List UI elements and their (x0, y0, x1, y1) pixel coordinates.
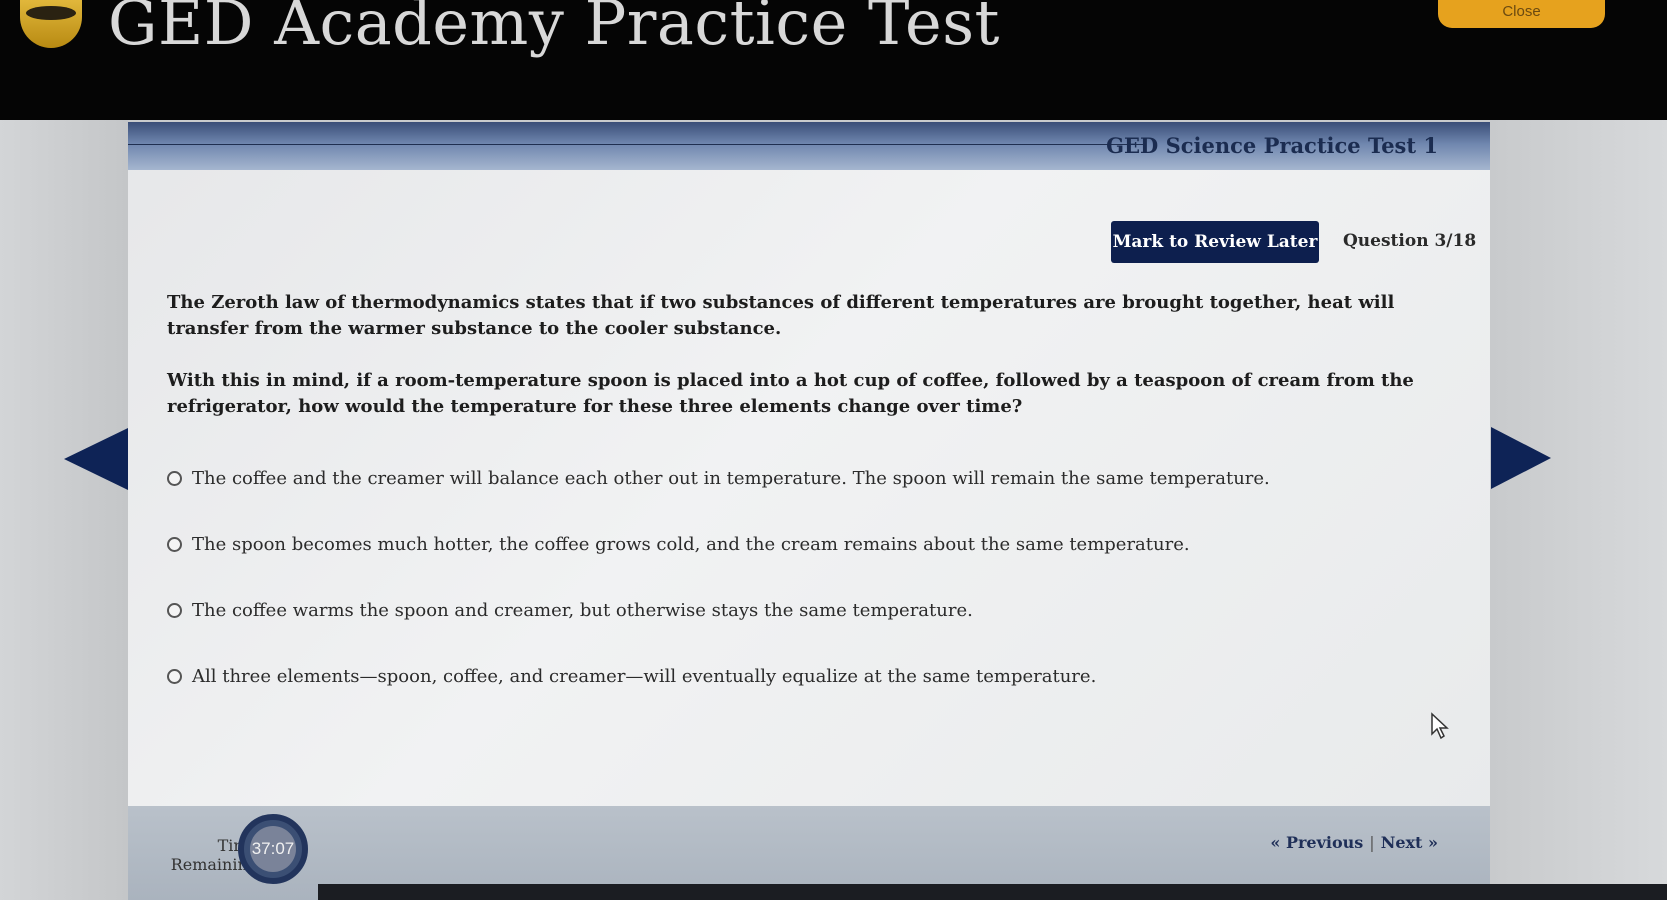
option-text: The spoon becomes much hotter, the coffe… (192, 533, 1190, 555)
os-taskbar (318, 884, 1667, 900)
option-text: All three elements—spoon, coffee, and cr… (192, 665, 1097, 687)
answer-option-a[interactable]: The coffee and the creamer will balance … (167, 466, 1417, 490)
mouse-pointer-icon (1431, 712, 1449, 740)
close-button[interactable]: Close (1438, 0, 1605, 28)
mark-to-review-button[interactable]: Mark to Review Later (1111, 221, 1319, 263)
ged-logo-icon (20, 0, 82, 48)
app-title: GED Academy Practice Test (108, 0, 1000, 59)
timer-value: 37:07 (250, 826, 296, 872)
answer-options: The coffee and the creamer will balance … (167, 466, 1417, 730)
triangle-left-icon[interactable] (64, 428, 128, 490)
option-text: The coffee and the creamer will balance … (192, 467, 1270, 489)
option-text: The coffee warms the spoon and creamer, … (192, 599, 973, 621)
radio-button[interactable] (167, 470, 182, 486)
test-name: GED Science Practice Test 1 (1106, 133, 1438, 158)
pagination: « Previous | Next » (1270, 833, 1438, 852)
question-stem: The Zeroth law of thermodynamics states … (167, 290, 1447, 446)
triangle-right-icon[interactable] (1491, 427, 1551, 489)
answer-option-b[interactable]: The spoon becomes much hotter, the coffe… (167, 532, 1417, 556)
timer-dial: 37:07 (238, 814, 308, 884)
answer-option-c[interactable]: The coffee warms the spoon and creamer, … (167, 598, 1417, 622)
radio-button[interactable] (167, 668, 182, 684)
left-margin (0, 120, 128, 900)
radio-button[interactable] (167, 536, 182, 552)
question-counter: Question 3/18 (1343, 231, 1477, 251)
app-header: GED Academy Practice Test Close (0, 0, 1667, 120)
previous-link[interactable]: « Previous (1270, 833, 1363, 852)
panel-header-band: GED Science Practice Test 1 (128, 122, 1490, 170)
stem-paragraph-2: With this in mind, if a room-temperature… (167, 370, 1414, 417)
pager-separator: | (1369, 833, 1375, 852)
answer-option-d[interactable]: All three elements—spoon, coffee, and cr… (167, 664, 1417, 688)
next-link[interactable]: Next » (1381, 833, 1438, 852)
radio-button[interactable] (167, 602, 182, 618)
question-panel: GED Science Practice Test 1 Mark to Revi… (128, 122, 1490, 842)
right-margin (1490, 120, 1667, 900)
band-divider (128, 144, 1143, 145)
stem-paragraph-1: The Zeroth law of thermodynamics states … (167, 292, 1395, 339)
